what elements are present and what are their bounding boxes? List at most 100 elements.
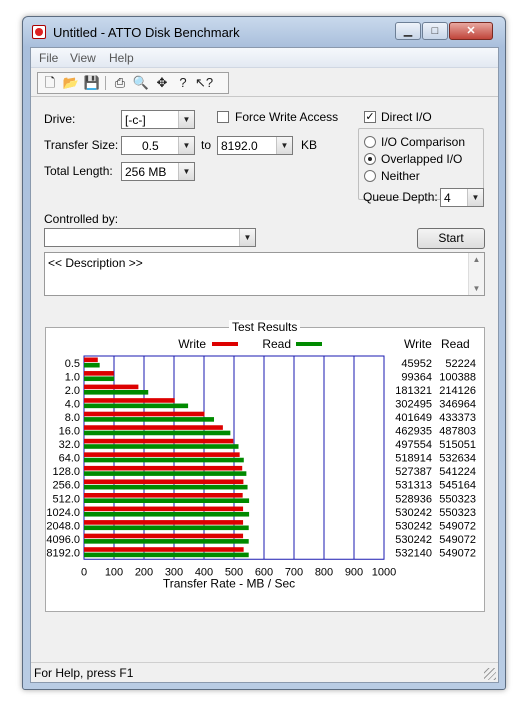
move-cross-icon[interactable]: ✥ — [152, 74, 172, 92]
resize-grip[interactable] — [484, 668, 496, 680]
transfer-from-value: 0.5 — [142, 139, 159, 153]
controlled-by-label: Controlled by: — [44, 212, 119, 226]
read-value: 545164 — [439, 480, 476, 492]
category-label: 1.0 — [65, 371, 80, 383]
context-help-icon[interactable]: ↖? — [194, 74, 214, 92]
write-value: 181321 — [395, 385, 432, 397]
chevron-down-icon[interactable]: ▼ — [239, 229, 255, 246]
write-bar — [84, 493, 243, 498]
write-bar — [84, 438, 234, 444]
minimize-button[interactable]: ▁ — [395, 22, 421, 40]
x-tick-label: 1000 — [372, 566, 396, 578]
scroll-up-icon[interactable]: ▲ — [469, 255, 484, 264]
menu-view[interactable]: View — [70, 51, 96, 65]
chevron-down-icon[interactable]: ▼ — [467, 189, 483, 206]
category-label: 512.0 — [52, 493, 80, 505]
read-bar — [84, 403, 189, 409]
x-tick-label: 0 — [81, 566, 87, 578]
io-comparison-radio[interactable] — [364, 136, 376, 148]
legend-read-label: Read — [262, 337, 291, 351]
write-bar — [84, 465, 243, 471]
write-value: 302495 — [395, 398, 432, 410]
read-value: 549072 — [439, 520, 476, 532]
window-title: Untitled - ATTO Disk Benchmark — [53, 25, 240, 40]
category-label: 2048.0 — [46, 520, 80, 532]
write-bar — [84, 452, 240, 457]
chevron-down-icon[interactable]: ▼ — [178, 137, 194, 154]
category-label: 4.0 — [65, 398, 80, 410]
total-length-select[interactable]: 256 MB ▼ — [121, 162, 195, 181]
chevron-down-icon[interactable]: ▼ — [178, 111, 194, 128]
print-icon[interactable]: ⎙ — [110, 74, 130, 92]
help-question-icon[interactable]: ? — [173, 74, 193, 92]
drive-select[interactable]: [-c-] ▼ — [121, 110, 195, 129]
close-button[interactable]: ✕ — [449, 22, 493, 40]
status-text: For Help, press F1 — [34, 666, 134, 680]
toolbar: 🗋 📂 💾 ⎙ 🔍 ✥ ? ↖? — [31, 69, 498, 97]
description-text: << Description >> — [48, 256, 143, 270]
scroll-down-icon[interactable]: ▼ — [469, 284, 484, 293]
read-bar — [84, 444, 239, 449]
read-value: 549072 — [439, 534, 476, 546]
read-value: 52224 — [445, 358, 476, 370]
chevron-down-icon[interactable]: ▼ — [276, 137, 292, 154]
transfer-size-to-select[interactable]: 8192.0 ▼ — [217, 136, 293, 155]
read-bar — [84, 362, 100, 368]
app-window: Untitled - ATTO Disk Benchmark ▁ □ ✕ Fil… — [22, 16, 506, 690]
x-axis-label: Transfer Rate - MB / Sec — [163, 576, 295, 590]
write-value: 497554 — [395, 439, 432, 451]
read-bar — [84, 376, 115, 382]
write-value: 462935 — [395, 426, 432, 438]
direct-io-checkbox[interactable]: ✓ — [364, 111, 376, 123]
description-box[interactable]: << Description >> ▲ ▼ — [44, 252, 485, 296]
write-value: 527387 — [395, 466, 432, 478]
write-bar — [84, 411, 205, 417]
open-folder-icon[interactable]: 📂 — [61, 74, 81, 92]
menu-help[interactable]: Help — [109, 51, 134, 65]
toolbar-separator — [105, 76, 106, 90]
read-bar — [84, 525, 249, 531]
queue-depth-select[interactable]: 4 ▼ — [440, 188, 484, 207]
controlled-by-select[interactable]: ▼ — [44, 228, 256, 247]
category-label: 64.0 — [59, 453, 80, 465]
write-bar — [84, 533, 244, 539]
category-label: 256.0 — [52, 480, 80, 492]
print-preview-icon[interactable]: 🔍 — [131, 74, 151, 92]
category-label: 1024.0 — [46, 507, 80, 519]
write-bar — [84, 520, 244, 525]
atto-app-icon[interactable] — [32, 25, 46, 39]
new-document-icon[interactable]: 🗋 — [40, 74, 60, 92]
description-scrollbar[interactable]: ▲ ▼ — [468, 253, 484, 295]
write-value: 99364 — [401, 371, 432, 383]
force-write-checkbox[interactable] — [217, 111, 229, 123]
write-value: 401649 — [395, 412, 432, 424]
legend-read-swatch — [296, 342, 322, 346]
neither-radio[interactable] — [364, 170, 376, 182]
start-button[interactable]: Start — [417, 228, 485, 249]
queue-depth-value: 4 — [444, 191, 451, 205]
write-bar — [84, 384, 139, 390]
menu-file[interactable]: File — [39, 51, 58, 65]
drive-label: Drive: — [44, 112, 76, 126]
transfer-size-from-select[interactable]: 0.5 ▼ — [121, 136, 195, 155]
save-disk-icon[interactable]: 💾 — [82, 74, 102, 92]
title-bar[interactable]: Untitled - ATTO Disk Benchmark ▁ □ ✕ — [23, 17, 505, 47]
chevron-down-icon[interactable]: ▼ — [178, 163, 194, 180]
results-chart: Write Read Write Read 0.51.0 2.04.0 8.0 16.032… — [46, 337, 476, 590]
maximize-button[interactable]: □ — [422, 22, 448, 40]
category-label: 8.0 — [65, 412, 80, 424]
x-tick-label: 100 — [105, 566, 123, 578]
to-label: to — [201, 138, 212, 152]
read-bar — [84, 498, 250, 503]
legend-write-label: Write — [178, 337, 206, 351]
read-bar — [84, 552, 249, 558]
drive-value: [-c-] — [125, 113, 146, 127]
force-write-label: Force Write Access — [235, 110, 339, 124]
write-value: 531313 — [395, 480, 432, 492]
read-bar — [84, 484, 248, 490]
category-label: 128.0 — [52, 466, 80, 478]
write-bar — [84, 398, 175, 403]
read-value: 487803 — [439, 426, 476, 438]
total-length-value: 256 MB — [125, 165, 167, 179]
overlapped-io-radio[interactable] — [364, 153, 376, 165]
